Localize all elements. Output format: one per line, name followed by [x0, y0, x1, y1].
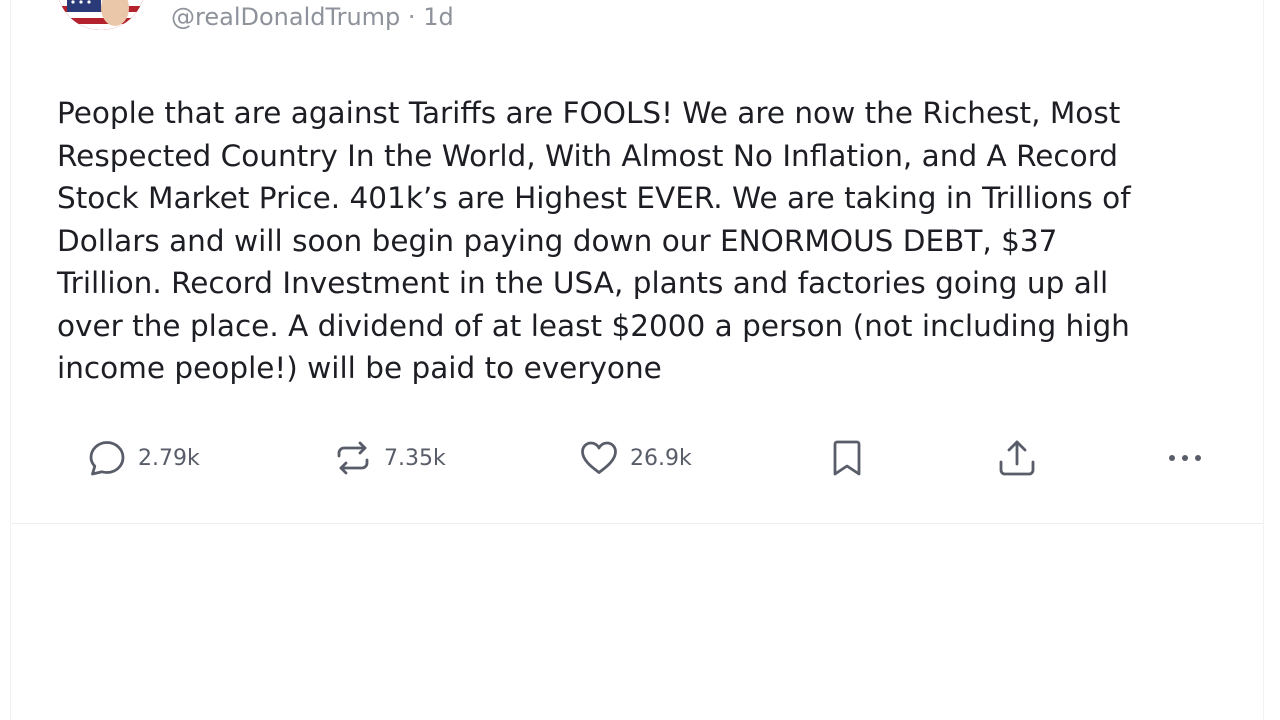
feed-right-border [1263, 0, 1264, 720]
post-text: People that are against Tariffs are FOOL… [57, 96, 1131, 385]
author-handle[interactable]: @realDonaldTrump [171, 3, 400, 31]
repost-button[interactable]: 7.35k [331, 436, 446, 480]
reply-button[interactable]: 2.79k [85, 436, 200, 480]
bookmark-button[interactable] [827, 436, 867, 480]
like-count: 26.9k [630, 445, 692, 471]
post-card: @realDonaldTrump · 1d People that are ag… [11, 0, 1263, 524]
share-upload-icon [999, 440, 1035, 476]
more-options-button[interactable] [1163, 436, 1207, 480]
post-timestamp[interactable]: 1d [423, 3, 454, 31]
like-button[interactable]: 26.9k [577, 436, 692, 480]
post-meta: @realDonaldTrump · 1d [171, 2, 454, 32]
repost-count: 7.35k [384, 445, 446, 471]
meta-separator: · [400, 3, 424, 31]
author-avatar[interactable] [57, 0, 145, 30]
flag-avatar-image [57, 0, 145, 30]
more-dots-icon [1169, 455, 1201, 461]
repost-arrows-icon [337, 441, 369, 475]
bookmark-icon [833, 440, 861, 476]
share-button[interactable] [995, 436, 1039, 480]
reply-count: 2.79k [138, 445, 200, 471]
page: @realDonaldTrump · 1d People that are ag… [0, 0, 1280, 720]
heart-icon [581, 441, 617, 474]
comment-bubble-icon [89, 441, 125, 476]
